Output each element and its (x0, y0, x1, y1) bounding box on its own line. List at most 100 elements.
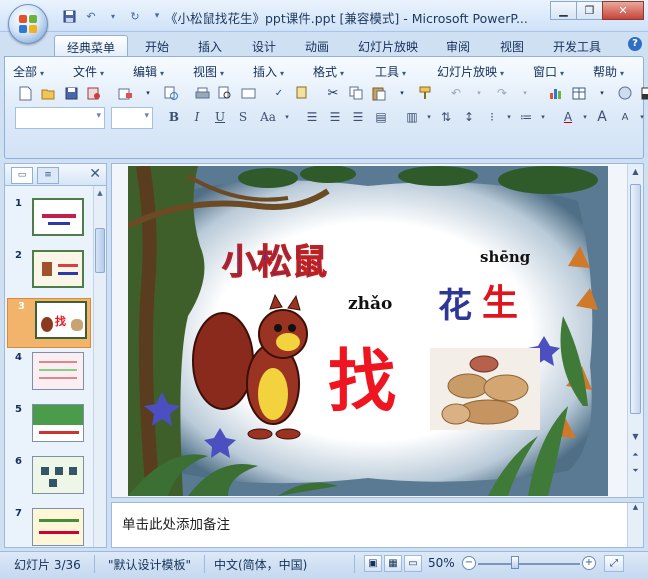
email-icon[interactable] (115, 83, 135, 103)
menu-format[interactable]: 格式 ▾ (313, 63, 367, 80)
scroll-up-icon[interactable]: ▲ (94, 186, 106, 200)
table-dropdown-icon[interactable]: ▾ (592, 83, 612, 103)
change-case-dropdown-icon[interactable]: ▾ (283, 107, 291, 127)
paste-dropdown-icon[interactable]: ▾ (392, 83, 412, 103)
tab-design[interactable]: 设计 (244, 35, 284, 56)
columns-dropdown-icon[interactable]: ▾ (425, 107, 433, 127)
zoom-out-icon[interactable]: − (462, 556, 476, 570)
slide-sorter-icon[interactable]: ▦ (384, 555, 402, 572)
tab-insert[interactable]: 插入 (190, 35, 230, 56)
email-dropdown-icon[interactable]: ▾ (138, 83, 158, 103)
notes-pane[interactable]: 单击此处添加备注 ▲ (111, 502, 644, 548)
format-painter-icon[interactable] (415, 83, 435, 103)
slideshow-view-icon[interactable]: ▭ (404, 555, 422, 572)
slide-scroll-up-icon[interactable]: ▲ (629, 167, 642, 181)
slide-icon[interactable] (238, 83, 258, 103)
zoom-level[interactable]: 50% (428, 556, 455, 570)
slide-thumb-7[interactable]: 7 (5, 506, 93, 556)
slides-tab-icon[interactable]: ▭ (11, 167, 33, 184)
font-color-icon[interactable]: A (558, 107, 578, 127)
tab-review[interactable]: 审阅 (438, 35, 478, 56)
zoom-slider-track[interactable] (478, 563, 580, 565)
cut-icon[interactable]: ✂ (323, 83, 343, 103)
slide-canvas[interactable]: 小松鼠 zhǎo shēng 花 生 找 (128, 166, 608, 496)
insert-clipart-icon[interactable] (615, 83, 635, 103)
slide-scroll-thumb[interactable] (630, 184, 641, 414)
language-indicator[interactable]: 中文(简体，中国) (214, 556, 307, 573)
grayscale-icon[interactable] (638, 83, 648, 103)
font-size-more-icon[interactable]: ▾ (638, 107, 646, 127)
align-right-icon[interactable]: ☰ (348, 107, 368, 127)
research-icon[interactable] (292, 83, 312, 103)
slide-thumb-5[interactable]: 5 (5, 402, 93, 452)
help-icon[interactable]: ? (628, 37, 642, 51)
undo-dropdown-icon[interactable]: ▾ (104, 7, 122, 25)
menu-file[interactable]: 文件 ▾ (73, 63, 125, 80)
thumbnail-scrollbar[interactable]: ▲ (93, 186, 106, 547)
tab-slideshow[interactable]: 幻灯片放映 (352, 35, 424, 56)
next-slide-icon[interactable]: ⏷ (629, 466, 642, 480)
shadow-icon[interactable]: S (233, 107, 253, 127)
menu-all[interactable]: 全部 ▾ (13, 63, 65, 80)
undo-icon[interactable]: ↶ (82, 7, 100, 25)
font-name-combo[interactable] (15, 107, 105, 129)
increase-font-icon[interactable]: A (592, 107, 612, 127)
save-icon[interactable] (60, 7, 78, 25)
open-icon[interactable] (38, 83, 58, 103)
outline-tab-icon[interactable]: ≡ (37, 167, 59, 184)
menu-window[interactable]: 窗口 ▾ (533, 63, 585, 80)
tab-animation[interactable]: 动画 (297, 35, 337, 56)
justify-icon[interactable]: ▤ (371, 107, 391, 127)
chart-icon[interactable] (546, 83, 566, 103)
tab-classic-menu[interactable]: 经典菜单 (54, 35, 128, 56)
zoom-in-icon[interactable]: + (582, 556, 596, 570)
tab-home[interactable]: 开始 (138, 35, 176, 56)
menu-tools[interactable]: 工具 ▾ (375, 63, 429, 80)
redo-toolbar-dropdown-icon[interactable]: ▾ (515, 83, 535, 103)
numbering-icon[interactable]: ≔ (516, 107, 536, 127)
align-center-icon[interactable]: ☰ (325, 107, 345, 127)
italic-icon[interactable]: I (187, 107, 207, 127)
scroll-thumb[interactable] (95, 228, 105, 273)
align-left-icon[interactable]: ☰ (302, 107, 322, 127)
undo-toolbar-icon[interactable]: ↶ (446, 83, 466, 103)
print-icon[interactable] (192, 83, 212, 103)
publish-icon[interactable] (161, 83, 181, 103)
minimize-icon[interactable]: ▁ (550, 1, 577, 20)
zoom-slider-knob[interactable] (510, 556, 519, 569)
slide-thumb-1[interactable]: 1 (5, 196, 93, 246)
spelling-icon[interactable]: ✓ (269, 83, 289, 103)
line-spacing-icon[interactable]: ↕ (459, 107, 479, 127)
fit-to-window-icon[interactable]: ⤢ (604, 555, 624, 572)
slide-scrollbar[interactable]: ▲ ▼ ⏶ ⏷ (627, 164, 643, 497)
bold-icon[interactable]: B (164, 107, 184, 127)
office-button[interactable] (8, 4, 48, 44)
close-window-icon[interactable]: ✕ (602, 1, 644, 20)
normal-view-icon[interactable]: ▣ (364, 555, 382, 572)
bullets-dropdown-icon[interactable]: ▾ (505, 107, 513, 127)
slide-thumb-4[interactable]: 4 (5, 350, 93, 400)
menu-slideshow[interactable]: 幻灯片放映 ▾ (437, 63, 525, 80)
menu-insert[interactable]: 插入 ▾ (253, 63, 305, 80)
menu-edit[interactable]: 编辑 ▾ (133, 63, 185, 80)
menu-help[interactable]: 帮助 ▾ (593, 63, 641, 80)
restore-icon[interactable]: ❐ (576, 1, 603, 20)
slide-thumb-6[interactable]: 6 (5, 454, 93, 504)
previous-slide-icon[interactable]: ⏶ (629, 450, 642, 464)
numbering-dropdown-icon[interactable]: ▾ (539, 107, 547, 127)
redo-toolbar-icon[interactable]: ↷ (492, 83, 512, 103)
tab-view[interactable]: 视图 (492, 35, 532, 56)
font-color-dropdown-icon[interactable]: ▾ (581, 107, 589, 127)
close-panel-icon[interactable]: ✕ (89, 166, 101, 182)
new-icon[interactable] (15, 83, 35, 103)
paste-icon[interactable] (369, 83, 389, 103)
notes-scrollbar[interactable]: ▲ (627, 503, 643, 547)
save-file-icon[interactable] (61, 83, 81, 103)
underline-icon[interactable]: U (210, 107, 230, 127)
bullets-icon[interactable]: ⁝ (482, 107, 502, 127)
permission-icon[interactable] (84, 83, 104, 103)
decrease-font-icon[interactable]: A (615, 107, 635, 127)
undo-toolbar-dropdown-icon[interactable]: ▾ (469, 83, 489, 103)
table-icon[interactable] (569, 83, 589, 103)
redo-icon[interactable]: ↻ (126, 7, 144, 25)
